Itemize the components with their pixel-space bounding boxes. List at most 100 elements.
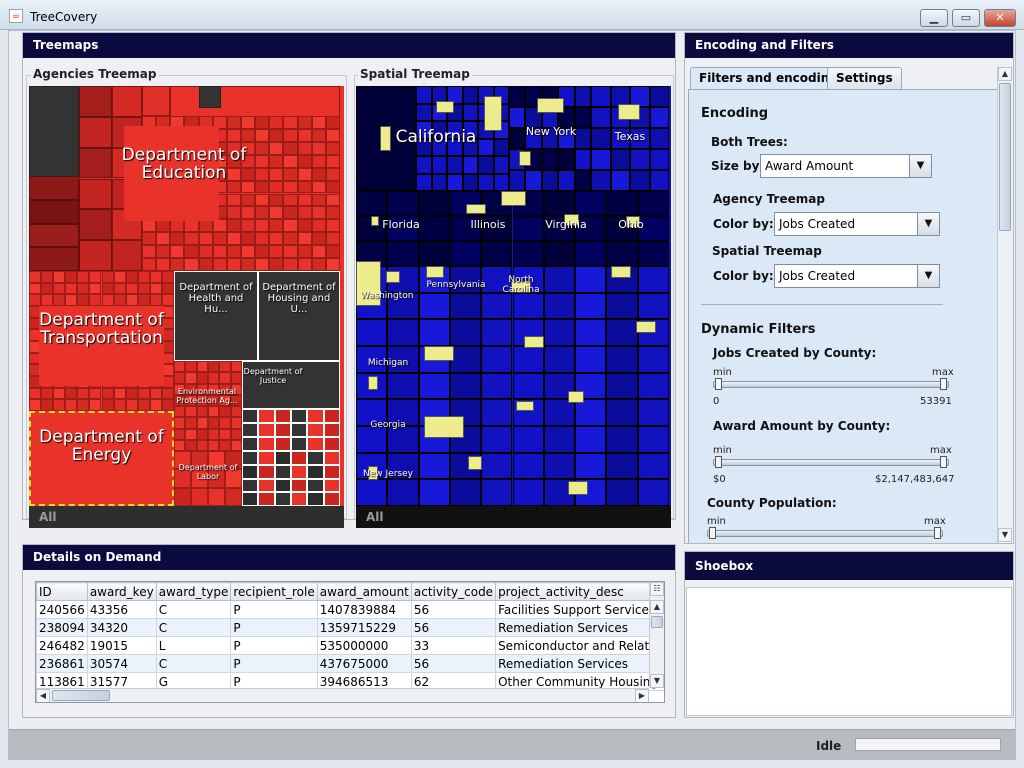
table-cell[interactable]: 437675000 xyxy=(316,654,412,673)
treemap-cell[interactable] xyxy=(649,149,669,170)
treemap-cell[interactable] xyxy=(311,232,326,246)
treemap-cell[interactable] xyxy=(575,346,607,373)
treemap-cell[interactable] xyxy=(637,346,669,373)
treemap-cell[interactable] xyxy=(269,141,284,155)
treemap-cell[interactable] xyxy=(481,372,513,400)
treemap-cell[interactable] xyxy=(161,294,174,306)
treemap-cell[interactable] xyxy=(416,86,432,104)
treemap-cell[interactable] xyxy=(53,294,66,306)
treemap-cell[interactable] xyxy=(274,451,291,465)
treemap-cell[interactable] xyxy=(191,487,208,506)
tab-filters-and-encoding[interactable]: Filters and encoding xyxy=(690,67,847,89)
treemap-cell[interactable] xyxy=(142,232,157,246)
treemap-cell[interactable] xyxy=(149,387,162,400)
treemap-cell[interactable] xyxy=(29,399,42,411)
slider-max-thumb[interactable] xyxy=(940,378,947,390)
treemap-cell[interactable] xyxy=(185,428,197,440)
scroll-up-icon[interactable]: ▲ xyxy=(650,600,664,614)
treemap-cell[interactable] xyxy=(575,241,607,266)
treemap-cell[interactable] xyxy=(606,452,638,480)
treemap-cell[interactable] xyxy=(283,193,298,207)
treemap-cell[interactable] xyxy=(161,271,174,283)
treemap-cell[interactable] xyxy=(356,191,388,216)
treemap-cell[interactable] xyxy=(297,167,312,181)
treemap-cell[interactable] xyxy=(606,426,638,453)
treemap-cell[interactable] xyxy=(77,399,90,411)
treemap-cell[interactable] xyxy=(29,247,79,271)
treemap-cell[interactable] xyxy=(174,487,191,506)
treemap-cell[interactable] xyxy=(29,199,79,224)
treemap-cell[interactable] xyxy=(29,271,42,283)
table-cell[interactable]: 1359715229 xyxy=(316,618,412,637)
treemap-cell[interactable] xyxy=(307,464,324,479)
treemap-cell[interactable] xyxy=(255,128,270,142)
treemap-cell[interactable] xyxy=(230,439,242,451)
treemap-cell[interactable] xyxy=(77,282,90,295)
treemap-cell[interactable] xyxy=(230,417,242,429)
treemap-cell[interactable] xyxy=(325,180,340,194)
treemap-cell[interactable] xyxy=(291,409,308,423)
treemap-cell[interactable] xyxy=(543,241,576,266)
table-cell[interactable]: 240566 xyxy=(36,600,88,619)
treemap-cell[interactable] xyxy=(269,245,284,259)
treemap-cell[interactable] xyxy=(524,336,544,348)
treemap-cell[interactable] xyxy=(325,245,340,259)
treemap-cell[interactable] xyxy=(325,206,340,220)
treemap-cell[interactable] xyxy=(170,258,185,271)
treemap-cell[interactable] xyxy=(174,439,186,451)
treemap-cell[interactable] xyxy=(418,191,450,216)
treemap-cell[interactable] xyxy=(196,417,208,429)
treemap-cell[interactable] xyxy=(512,346,544,373)
treemap-cell[interactable] xyxy=(170,219,185,233)
chevron-down-icon[interactable]: ▼ xyxy=(909,155,931,177)
table-cell[interactable]: P xyxy=(230,636,318,655)
encoding-scroll-thumb[interactable] xyxy=(999,83,1011,231)
treemap-cell[interactable] xyxy=(481,479,513,506)
treemap-cell[interactable] xyxy=(297,154,312,168)
treemap-cell[interactable] xyxy=(575,319,607,346)
table-cell[interactable]: C xyxy=(155,654,232,673)
treemap-cell[interactable] xyxy=(242,478,259,493)
treemap-cell[interactable] xyxy=(481,241,513,266)
treemap-cell[interactable] xyxy=(196,372,208,384)
treemap-cell[interactable] xyxy=(418,372,450,400)
treemap-cell[interactable] xyxy=(297,128,312,142)
treemap-cell[interactable] xyxy=(606,372,638,400)
treemap-cell[interactable] xyxy=(113,399,126,411)
treemap-cell[interactable] xyxy=(606,241,638,266)
treemap-cell[interactable] xyxy=(283,245,298,259)
treemap-cell[interactable] xyxy=(291,437,308,451)
treemap-cell[interactable] xyxy=(325,141,340,155)
treemap-cell[interactable] xyxy=(269,167,284,181)
treemap-cell[interactable] xyxy=(77,271,90,283)
treemap-cell[interactable] xyxy=(258,464,275,479)
treemap-cell[interactable] xyxy=(323,478,340,493)
treemap-cell[interactable] xyxy=(185,361,197,373)
treemap-cell[interactable] xyxy=(196,428,208,440)
treemap-cell[interactable] xyxy=(516,401,534,411)
treemap-cell[interactable] xyxy=(198,219,213,233)
treemap-cell[interactable] xyxy=(416,103,432,121)
table-cell[interactable]: 56 xyxy=(410,600,497,619)
table-scroll-thumb[interactable] xyxy=(651,616,663,628)
treemap-cell[interactable] xyxy=(53,399,66,411)
treemap-cell[interactable] xyxy=(493,173,509,191)
treemap-cell[interactable] xyxy=(29,282,42,295)
treemap-cell[interactable] xyxy=(462,103,478,121)
treemap-cell[interactable] xyxy=(113,294,126,306)
treemap-cell[interactable] xyxy=(574,170,591,191)
treemap-cell[interactable] xyxy=(356,479,388,506)
table-cell[interactable]: P xyxy=(230,600,318,619)
treemap-cell[interactable] xyxy=(468,456,482,470)
treemap-cell[interactable] xyxy=(29,223,79,248)
treemap-cell[interactable] xyxy=(512,241,544,266)
treemap-cell[interactable] xyxy=(65,294,78,306)
treemap-cell[interactable] xyxy=(29,176,79,200)
treemap-cell[interactable] xyxy=(65,271,78,283)
treemap-cell[interactable] xyxy=(426,266,444,278)
treemap-cell[interactable] xyxy=(283,116,298,129)
treemap-cell[interactable] xyxy=(53,271,66,283)
treemap-cell[interactable] xyxy=(283,167,298,181)
treemap-cell[interactable] xyxy=(543,426,576,453)
treemap-cell[interactable] xyxy=(269,180,284,194)
